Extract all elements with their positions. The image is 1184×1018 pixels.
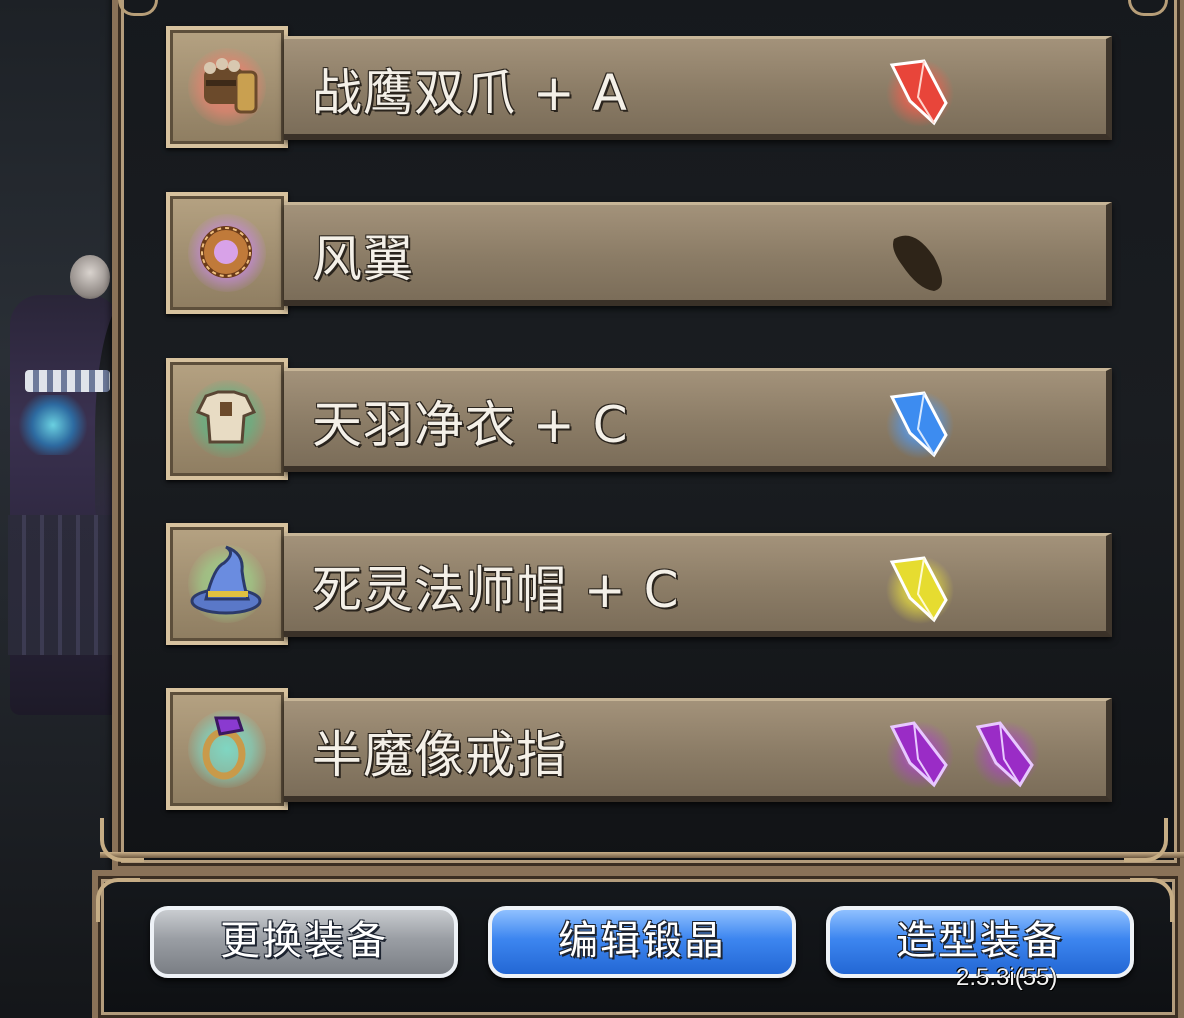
frame-corner: [96, 878, 140, 922]
frame-corner: [1124, 818, 1168, 862]
gauntlet-icon: [204, 58, 258, 114]
equipment-row-ring[interactable]: 半魔像戒指: [166, 688, 1112, 810]
panel-divider: [100, 852, 1184, 858]
item-name-bar: 战鹰双爪 + A: [284, 36, 1112, 140]
item-name: 风翼: [312, 230, 414, 288]
item-name: 死灵法师帽 + C: [312, 561, 680, 619]
character-collar: [25, 370, 110, 392]
equipment-row-headgear[interactable]: 死灵法师帽 + C: [166, 523, 1112, 645]
equipment-row-weapon[interactable]: 战鹰双爪 + A: [166, 26, 1112, 148]
edit-crystals-button[interactable]: 编辑锻晶: [488, 906, 796, 978]
crystal-sockets[interactable]: [884, 383, 956, 463]
character-emblem: [18, 395, 88, 455]
item-slot[interactable]: [166, 192, 288, 314]
item-slot[interactable]: [166, 358, 288, 480]
crystal-sockets[interactable]: [884, 713, 1042, 793]
item-name: 天羽净衣 + C: [312, 396, 629, 454]
ring-icon: [200, 226, 252, 278]
crystal-sockets[interactable]: [884, 217, 956, 297]
yellow-crystal-icon[interactable]: [884, 548, 956, 628]
equipment-row-armor[interactable]: 天羽净衣 + C: [166, 358, 1112, 480]
item-name: 半魔像戒指: [312, 726, 567, 784]
equipment-row-accessory[interactable]: 风翼: [166, 192, 1112, 314]
empty-crystal-icon[interactable]: [884, 217, 956, 297]
item-name: 战鹰双爪 + A: [312, 64, 628, 122]
crystal-sockets[interactable]: [884, 51, 956, 131]
red-crystal-icon[interactable]: [884, 51, 956, 131]
crystal-sockets[interactable]: [884, 548, 956, 628]
blue-crystal-icon[interactable]: [884, 383, 956, 463]
change-equipment-button[interactable]: 更换装备: [150, 906, 458, 978]
frame-corner: [100, 818, 144, 862]
character-head: [70, 255, 110, 299]
robe-icon: [195, 390, 257, 444]
purple-crystal-icon[interactable]: [884, 713, 956, 793]
purple-crystal-icon[interactable]: [970, 713, 1042, 793]
item-name-bar: 天羽净衣 + C: [284, 368, 1112, 472]
version-label: 2.5.3i(55): [956, 964, 1058, 991]
gem-ring-icon: [202, 716, 246, 780]
item-slot[interactable]: [166, 26, 288, 148]
item-name-bar: 风翼: [284, 202, 1112, 306]
frame-corner: [1130, 878, 1174, 922]
item-name-bar: 死灵法师帽 + C: [284, 533, 1112, 637]
item-slot[interactable]: [166, 688, 288, 810]
item-name-bar: 半魔像戒指: [284, 698, 1112, 802]
item-slot[interactable]: [166, 523, 288, 645]
wizard-hat-icon: [190, 545, 262, 615]
